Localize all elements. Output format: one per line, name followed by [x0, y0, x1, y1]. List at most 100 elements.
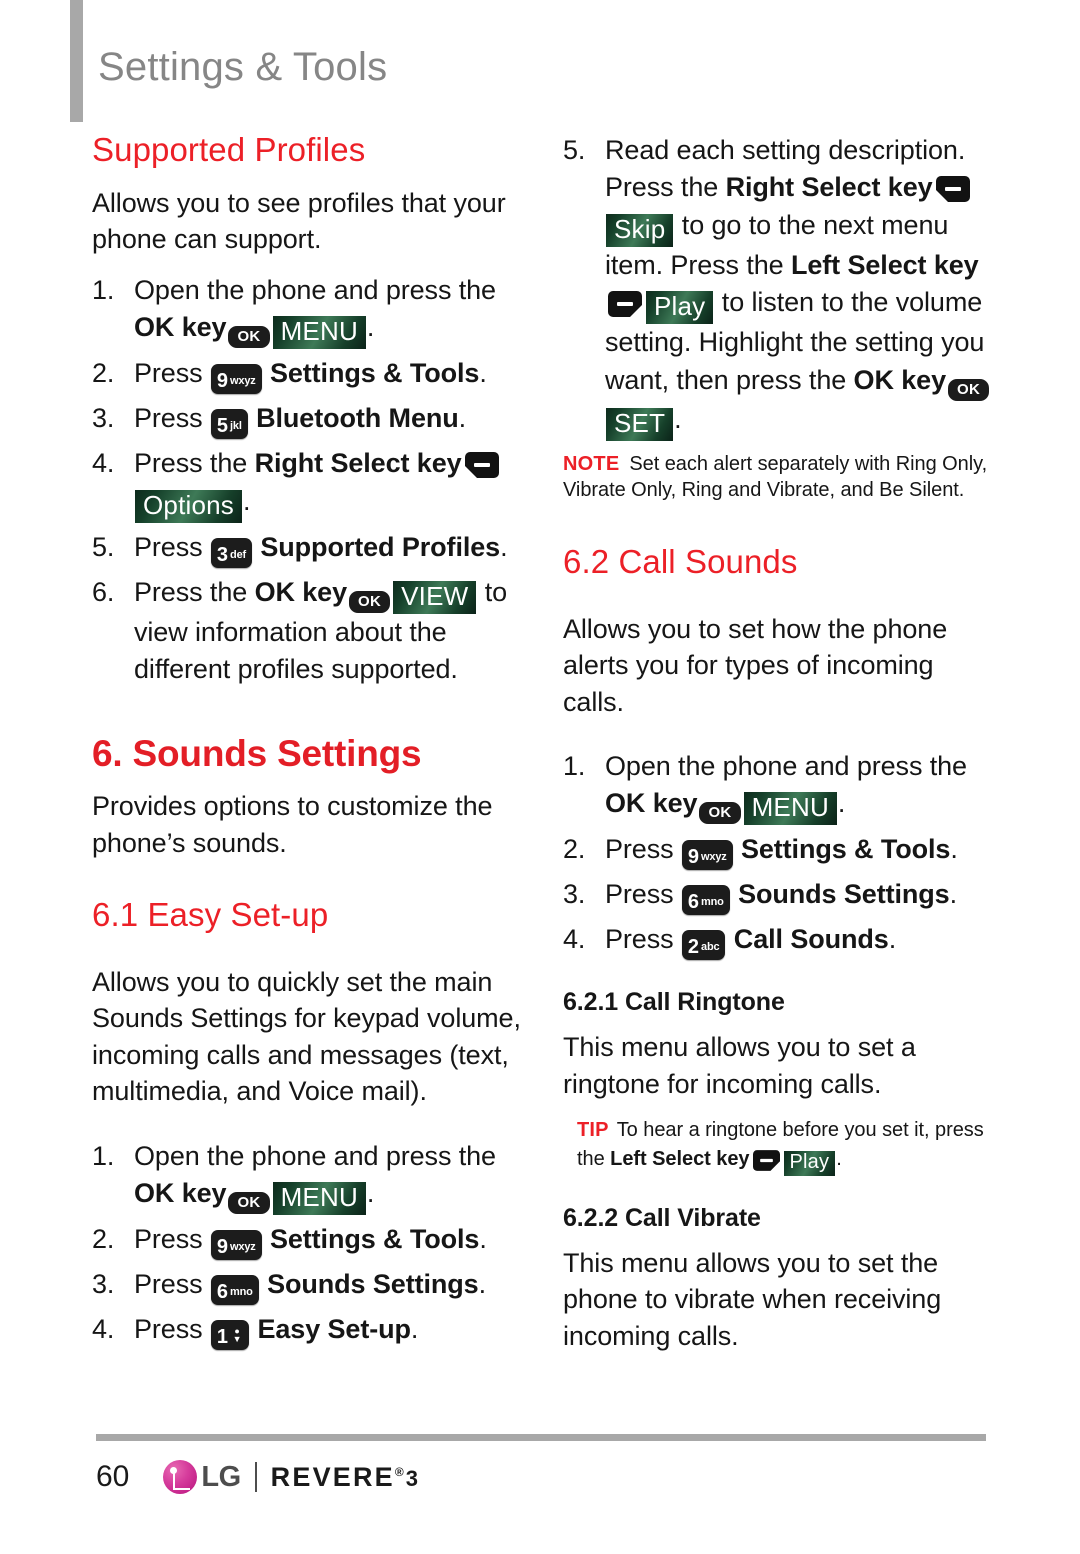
- keypad-key-2-icon: 2 abc: [681, 930, 726, 961]
- tip-text: To hear a ringtone before you set it, pr…: [577, 1119, 984, 1177]
- instruction-step: 4. Press the Right Select key Options.: [92, 445, 524, 523]
- softkey-label-skip: Skip: [606, 213, 674, 247]
- easy-setup-step5-list: 5. Read each setting description. Press t…: [563, 132, 995, 441]
- step-text: Press 6 mno Sounds Settings.: [605, 879, 957, 916]
- step-text: Open the phone and press the OK key OK MEN…: [605, 751, 967, 826]
- keypad-key-3-icon: 3 def: [210, 537, 252, 568]
- instruction-step: 1. Open the phone and press the OK key OK M…: [92, 272, 524, 350]
- emphasis-text: Settings & Tools: [733, 834, 951, 865]
- voicemail-icon: ● ▼: [232, 1325, 242, 1345]
- note-label: NOTE: [563, 452, 620, 475]
- tip-block: TIP To hear a ringtone before you set it,…: [577, 1116, 995, 1177]
- right-column: 5. Read each setting description. Press t…: [563, 132, 995, 1368]
- step-text: Open the phone and press the OK key OK MEN…: [134, 275, 496, 350]
- keypad-key-5-icon: 5 jkl: [210, 409, 248, 440]
- emphasis-text: Bluetooth Menu: [248, 403, 459, 434]
- step-text: Press 5 jkl Bluetooth Menu.: [134, 403, 467, 440]
- keypad-key-9-icon: 9 wxyz: [681, 840, 733, 871]
- keypad-letters: wxyz: [701, 851, 727, 864]
- instruction-step: 2. Press 9 wxyz Settings & Tools.: [563, 831, 995, 871]
- softkey-label-menu: MENU: [743, 792, 837, 826]
- step-number: 1.: [563, 750, 586, 781]
- call-vibrate-intro: This menu allows you to set the phone to…: [563, 1247, 942, 1351]
- lg-circle-icon: [163, 1460, 198, 1494]
- ok-key-icon: OK: [699, 802, 741, 825]
- left-select-key-icon: [752, 1150, 780, 1171]
- instruction-step: 6. Press the OK key OK VIEW to view informa…: [92, 574, 524, 689]
- keypad-digit: 6: [216, 1281, 229, 1304]
- softkey-label-set: SET: [606, 407, 674, 441]
- note-text: Set each alert separately with Ring Only…: [563, 452, 988, 502]
- header-accent-bar: [70, 0, 83, 122]
- easy-setup-steps: 1. Open the phone and press the OK key OK M…: [92, 1138, 524, 1351]
- step-text: Press 9 wxyz Settings & Tools.: [605, 834, 958, 871]
- softkey-label-menu: MENU: [272, 1181, 366, 1216]
- keypad-key-9-icon: 9 wxyz: [210, 364, 262, 395]
- heading-call-sounds: 6.2 Call Sounds: [563, 542, 798, 580]
- emphasis-text: Call Sounds: [726, 924, 889, 955]
- step-number: 1.: [92, 1140, 115, 1171]
- instruction-step: 4. Press 1 ● ▼ Easy Set-up.: [92, 1311, 524, 1351]
- left-select-key-icon: [608, 291, 642, 318]
- right-select-key-icon: [464, 452, 499, 479]
- emphasis-text: OK key: [254, 576, 348, 607]
- instruction-step: 3. Press 5 jkl Bluetooth Menu.: [92, 400, 524, 440]
- step-text: Open the phone and press the OK key OK MEN…: [134, 1141, 496, 1216]
- step-number: 5.: [92, 531, 115, 562]
- note-block: NOTE Set each alert separately with Ring …: [563, 451, 995, 504]
- emphasis-text: OK key: [134, 1177, 227, 1208]
- call-sounds-intro: Allows you to set how the phone alerts y…: [563, 613, 948, 717]
- keypad-digit: 2: [687, 936, 700, 959]
- tip-label: TIP: [577, 1119, 609, 1142]
- emphasis-text: Right Select key: [254, 448, 462, 479]
- instruction-step: 1. Open the phone and press the OK key OK M…: [563, 748, 995, 826]
- step-text: Press 3 def Supported Profiles.: [134, 531, 508, 568]
- lg-logo: LG REVERE®3: [163, 1460, 418, 1494]
- keypad-letters: wxyz: [230, 375, 256, 388]
- heading-supported-profiles: Supported Profiles: [92, 131, 366, 168]
- instruction-step: 3. Press 6 mno Sounds Settings.: [563, 876, 995, 916]
- step-text: Press 9 wxyz Settings & Tools.: [134, 1224, 487, 1261]
- emphasis-text: Sounds Settings: [730, 879, 950, 910]
- keypad-digit: 9: [216, 1236, 229, 1259]
- chapter-title-sounds-settings: 6. Sounds Settings: [92, 732, 422, 774]
- page-header: Settings & Tools: [0, 0, 1080, 125]
- keypad-digit: 5: [216, 415, 229, 438]
- emphasis-text: Sounds Settings: [259, 1269, 479, 1300]
- emphasis-text: OK key: [134, 312, 227, 343]
- brand-divider: [254, 1462, 257, 1492]
- instruction-step: 5. Press 3 def Supported Profiles.: [92, 529, 524, 568]
- step-text: Press 2 abc Call Sounds.: [605, 924, 897, 961]
- step-number: 3.: [92, 403, 115, 434]
- emphasis-text: Settings & Tools: [262, 358, 480, 389]
- easy-setup-intro: Allows you to quickly set the main Sound…: [92, 966, 521, 1107]
- softkey-label-menu: MENU: [272, 316, 366, 350]
- instruction-step: 1. Open the phone and press the OK key OK M…: [92, 1138, 524, 1216]
- step-number: 4.: [92, 1314, 115, 1345]
- supported-profiles-intro: Allows you to see profiles that your pho…: [92, 187, 506, 255]
- keypad-letters: mno: [701, 896, 724, 909]
- keypad-letters: wxyz: [230, 1241, 256, 1254]
- keypad-digit: 9: [687, 846, 700, 869]
- step-number: 6.: [92, 576, 115, 607]
- step-number: 5.: [563, 135, 586, 165]
- step-text: Press the OK key OK VIEW to view informati…: [134, 576, 508, 685]
- softkey-label-play: Play: [783, 1151, 836, 1177]
- keypad-key-6-icon: 6 mno: [210, 1275, 259, 1306]
- model-version: 3: [405, 1465, 418, 1491]
- heading-call-vibrate: 6.2.2 Call Vibrate: [563, 1204, 761, 1233]
- emphasis-text: Settings & Tools: [262, 1224, 480, 1255]
- emphasis-text: Right Select key: [725, 172, 933, 203]
- keypad-digit: 1: [216, 1326, 229, 1349]
- step-text: Read each setting description. Press the…: [605, 135, 991, 441]
- page-footer: 60 LG REVERE®3: [0, 1434, 1080, 1554]
- emphasis-text: Supported Profiles: [252, 531, 501, 562]
- emphasis-text: OK key: [853, 364, 947, 395]
- step-number: 2.: [563, 834, 586, 865]
- keypad-letters: mno: [230, 1286, 253, 1299]
- keypad-digit: 9: [216, 370, 229, 393]
- emphasis-text: Left Select key: [790, 249, 979, 280]
- softkey-label-play: Play: [646, 291, 714, 325]
